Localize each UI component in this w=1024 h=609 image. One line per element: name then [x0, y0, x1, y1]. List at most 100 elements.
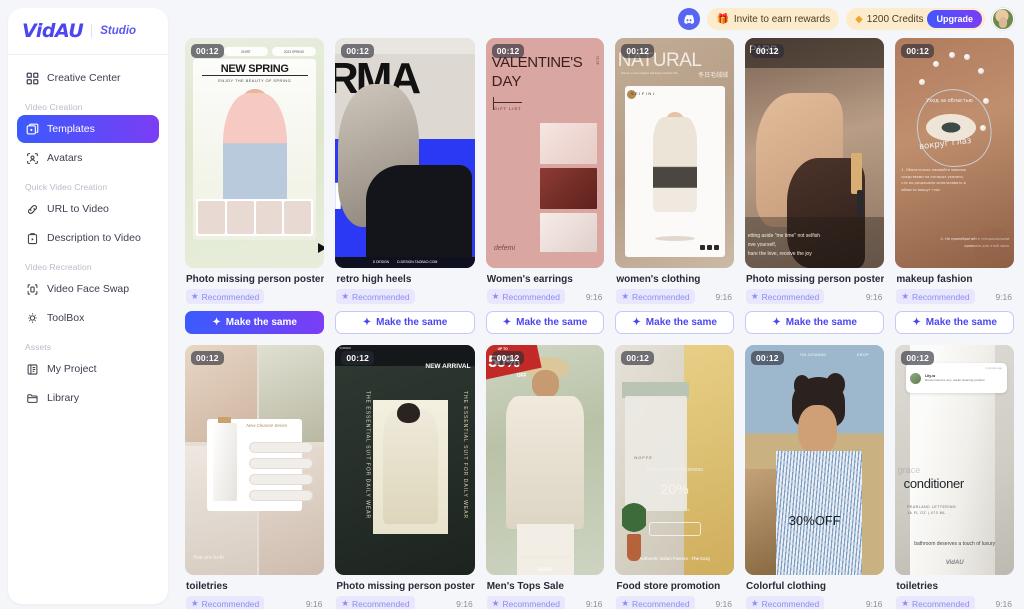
art-new-arrival: NEW ARRIVAL — [425, 363, 471, 371]
thumbnail-artwork: NEW ON-DEMAND DROP 30%OFF — [745, 345, 885, 575]
art-watermark: VidAU — [945, 559, 964, 566]
sidebar-item-video-face-swap[interactable]: Video Face Swap — [17, 275, 159, 303]
thumbnail-artwork: NOFFE Now open for Business 20% first or… — [615, 345, 734, 575]
aspect-ratio-label: 9:16 — [585, 598, 603, 609]
art-top-mid: ON-DEMAND — [800, 353, 827, 358]
sidebar-item-avatars[interactable]: Avatars — [17, 144, 159, 172]
make-the-same-button[interactable]: ✦ Make the same — [485, 311, 605, 334]
art-signature: defemi — [494, 244, 516, 252]
star-icon: ★ — [191, 291, 199, 301]
description-video-icon — [25, 231, 39, 245]
art-caption: Shop now for trend collection — [519, 553, 571, 559]
duration-badge: 00:12 — [621, 44, 655, 58]
sidebar-item-my-project[interactable]: My Project — [17, 355, 159, 383]
template-thumbnail[interactable]: Уход за областью вокруг глаз 1. Обязател… — [895, 38, 1014, 268]
art-caption: that are both — [193, 555, 225, 562]
sidebar-item-label: Description to Video — [47, 232, 141, 244]
avatar[interactable] — [992, 8, 1014, 30]
template-card: SUMMER NEW ARRIVAL THE ESSENTIAL SUIT FO… — [335, 345, 475, 609]
template-meta: ★ Recommended 9:16 — [616, 596, 734, 609]
star-icon: ★ — [901, 291, 909, 301]
badge-label: Recommended — [201, 291, 260, 302]
star-icon: ★ — [341, 291, 349, 301]
art-sub: PEARLAND LETTERING 16 FL OZ | 473 ML — [907, 504, 957, 515]
template-thumbnail[interactable]: NEW ON-DEMAND DROP 30%OFF 00:12 — [745, 345, 885, 575]
thumbnail-artwork: UP TO 50% OFF Shop now for trend collect… — [485, 345, 605, 575]
logo-text: VidAU — [22, 20, 84, 42]
make-the-same-label: Make the same — [225, 317, 297, 328]
art-giftlist: GIFT LIST — [494, 102, 522, 111]
art-percent: 30%OFF — [788, 512, 841, 528]
template-thumbnail[interactable]: SHIRT 2023 SPRING NEW SPRING ENJOY THE B… — [185, 38, 325, 268]
aspect-ratio-label: 9:16 — [715, 291, 732, 302]
template-card: UP TO 50% OFF Shop now for trend collect… — [485, 345, 605, 609]
template-thumbnail[interactable]: New Cleanse Series that are both 00:12 — [185, 345, 325, 575]
sidebar-item-creative-center[interactable]: Creative Center — [17, 64, 159, 92]
app-logo[interactable]: VidAU Studio — [8, 8, 168, 55]
duration-badge: 00:12 — [191, 351, 224, 365]
aspect-ratio-label: 9:16 — [585, 291, 603, 302]
logo-divider — [91, 24, 93, 38]
logo-subtitle: Studio — [100, 25, 137, 37]
template-thumbnail[interactable]: NATURAL Return to the natural self Enjoy… — [615, 38, 734, 268]
discord-icon[interactable] — [678, 8, 701, 30]
template-meta: ★ Recommended 9:16 — [746, 289, 884, 304]
status-badge: ★ Recommended — [746, 596, 825, 609]
status-badge: ★ Recommended — [896, 289, 975, 304]
star-icon: ★ — [191, 598, 199, 608]
make-the-same-button[interactable]: ✦ Make the same — [615, 311, 734, 334]
upgrade-button[interactable]: Upgrade — [927, 10, 982, 28]
badge-label: Recommended — [631, 598, 690, 609]
thumbnail-artwork: SUMMER NEW ARRIVAL THE ESSENTIAL SUIT FO… — [335, 345, 475, 575]
badge-label: Recommended — [502, 291, 560, 302]
template-card: VALENTINE'S DAY GIFT LIST 02.14 defemi 0… — [485, 38, 605, 334]
make-the-same-button[interactable]: ✦ Make the same — [745, 311, 885, 334]
art-notif-time: 4 minutes ago — [985, 367, 1002, 371]
art-top-right: DROP — [856, 353, 870, 358]
make-the-same-button[interactable]: ✦ Make the same — [895, 311, 1014, 334]
invite-rewards-button[interactable]: 🎁 Invite to earn rewards — [707, 8, 840, 30]
sidebar-item-templates[interactable]: Templates — [17, 115, 159, 143]
template-meta: ★ Recommended 9:16 — [616, 289, 734, 304]
badge-label: Recommended — [351, 598, 410, 609]
template-thumbnail[interactable]: SUMMER NEW ARRIVAL THE ESSENTIAL SUIT FO… — [335, 345, 475, 575]
template-thumbnail[interactable]: NOFFE Now open for Business 20% first or… — [615, 345, 734, 575]
template-meta: ★ Recommended 9:16 — [896, 289, 1014, 304]
template-thumbnail[interactable]: VALENTINE'S DAY GIFT LIST 02.14 defemi 0… — [485, 38, 605, 268]
sidebar-item-description-to-video[interactable]: Description to Video — [17, 224, 159, 252]
badge-label: Recommended — [761, 291, 820, 302]
sidebar-item-label: My Project — [47, 363, 97, 375]
duration-badge: 00:12 — [751, 44, 784, 58]
sidebar-item-label: Templates — [47, 123, 95, 135]
top-header: 🎁 Invite to earn rewards ◆ 1200 Credits … — [176, 0, 1024, 38]
sidebar-item-url-to-video[interactable]: URL to Video — [17, 195, 159, 223]
template-card: NEW ON-DEMAND DROP 30%OFF 00:12 Colorful… — [745, 345, 885, 609]
sidebar-item-toolbox[interactable]: ToolBox — [17, 304, 159, 332]
sidebar-item-library[interactable]: Library — [17, 384, 159, 412]
template-title: Food store promotion — [616, 581, 721, 592]
template-thumbnail[interactable]: UP TO 50% OFF Shop now for trend collect… — [485, 345, 605, 575]
template-thumbnail[interactable]: grace Lily-w Recommend a very useful cle… — [895, 345, 1014, 575]
thumbnail-artwork: Уход за областью вокруг глаз 1. Обязател… — [895, 38, 1014, 268]
art-footer-1: D DESIGN — [372, 260, 390, 265]
sidebar-item-label: Library — [47, 392, 80, 404]
template-thumbnail[interactable]: RMA RL D DESIGN D-DESIGN.TAOBAO.COM 00:1… — [335, 38, 475, 268]
sidebar-item-label: URL to Video — [47, 203, 109, 215]
badge-label: Recommended — [911, 291, 970, 302]
credits-pill[interactable]: ◆ 1200 Credits Upgrade — [846, 8, 985, 30]
status-badge: ★ Recommended — [486, 596, 565, 609]
template-title: Colorful clothing — [746, 581, 826, 592]
template-title: makeup fashion — [896, 274, 973, 285]
make-the-same-button[interactable]: ✦ Make the same — [335, 311, 475, 334]
status-badge: ★ Recommended — [616, 289, 695, 304]
template-thumbnail[interactable]: PARB. etting aside "me time" not selfish… — [745, 38, 885, 268]
aspect-ratio-label: 9:16 — [865, 291, 883, 302]
sidebar-item-label: Creative Center — [47, 72, 121, 84]
art-vertical: 02.14 — [595, 56, 600, 65]
make-the-same-button[interactable]: ✦ Make the same — [185, 311, 325, 334]
aspect-ratio-label: 9:16 — [995, 291, 1012, 302]
star-icon: ★ — [621, 291, 629, 301]
art-brand: SEIFINI — [630, 91, 656, 97]
art-notif-note: Recommend a very useful cleaning product — [925, 378, 985, 383]
thumbnail-artwork: PARB. etting aside "me time" not selfish… — [745, 38, 885, 268]
